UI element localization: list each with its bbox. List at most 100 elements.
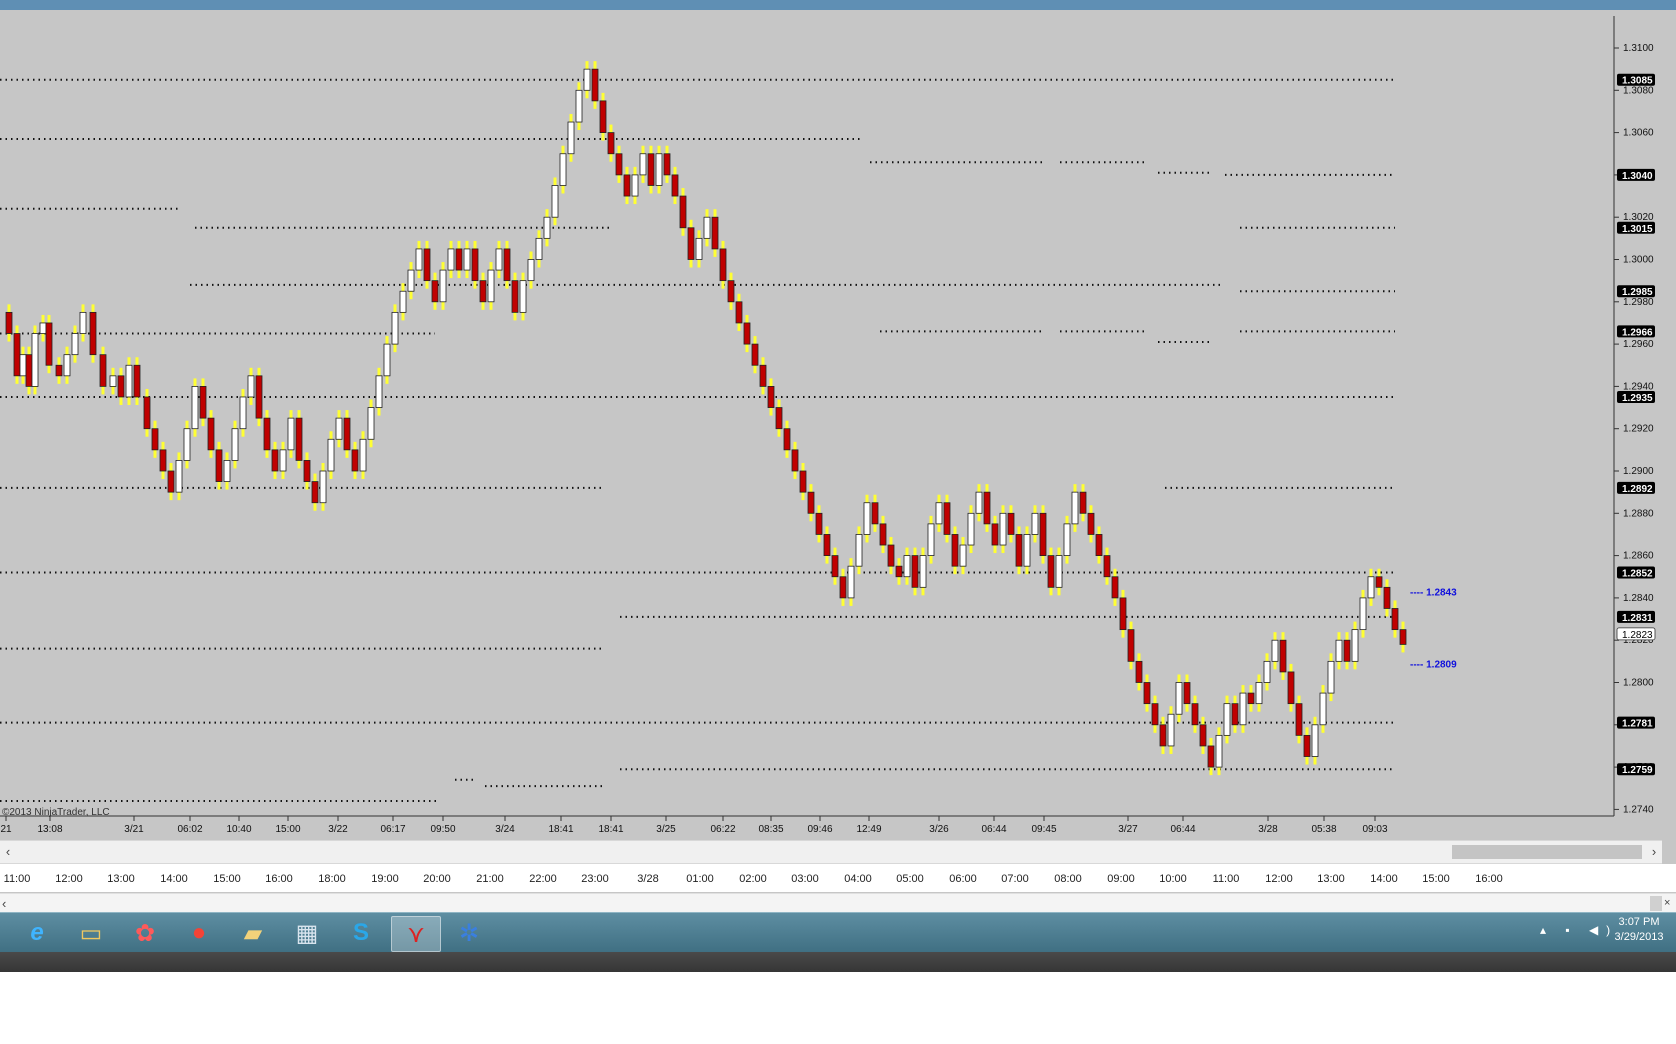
up-brick (19, 354, 27, 377)
down-brick (623, 174, 631, 197)
down-brick (13, 333, 21, 377)
up-brick (109, 375, 117, 387)
up-brick (367, 407, 375, 440)
time-strip-label: 09:00 (1107, 873, 1135, 885)
down-brick (887, 544, 895, 567)
price-level-badge-label: 1.2985 (1622, 287, 1653, 298)
price-level-badge-label: 1.2831 (1622, 613, 1653, 624)
up-brick (279, 449, 287, 472)
down-brick (431, 280, 439, 303)
down-brick (711, 216, 719, 250)
date-tick-label: 21 (0, 824, 12, 835)
date-tick-label: 08:35 (758, 824, 783, 835)
price-level-badge-label: 1.2852 (1622, 569, 1653, 580)
down-brick (591, 68, 599, 102)
up-brick (1367, 576, 1375, 599)
down-brick (807, 491, 815, 514)
time-strip-label: 16:00 (1475, 873, 1503, 885)
up-brick (639, 153, 647, 176)
folder-icon[interactable]: ▰ (229, 916, 277, 950)
down-brick (311, 481, 319, 504)
down-brick (663, 153, 671, 176)
skype-icon[interactable]: S (337, 916, 385, 950)
down-brick (671, 174, 679, 197)
scroll-right-arrow-icon[interactable]: › (1646, 841, 1662, 863)
down-brick (143, 396, 151, 430)
down-brick (271, 449, 279, 472)
up-brick (559, 153, 567, 186)
up-brick (1311, 724, 1319, 757)
down-brick (727, 280, 735, 303)
time-strip-scrollbar[interactable]: ‹ × (0, 893, 1676, 913)
desktop-bottom-bar (0, 952, 1676, 972)
internet-explorer-icon[interactable]: e (13, 916, 61, 950)
price-tick-label: 1.3000 (1623, 255, 1654, 266)
scroll-left-arrow-icon[interactable]: ‹ (0, 841, 16, 863)
scrollbar-thumb[interactable] (1452, 845, 1642, 859)
time-strip-label: 01:00 (686, 873, 714, 885)
price-tick-label: 1.2980 (1623, 297, 1654, 308)
down-brick (263, 417, 271, 451)
file-explorer-icon[interactable]: ▭ (67, 916, 115, 950)
down-brick (133, 364, 141, 398)
renko-price-chart[interactable]: 1.3100 1.3080 1.3060 1.3040 1.3020 1.3000 1.29… (0, 10, 1676, 836)
chart-horizontal-scrollbar[interactable]: ‹ › (0, 840, 1662, 864)
up-brick (1175, 682, 1183, 715)
price-axis: 1.3100 1.3080 1.3060 1.3040 1.3020 1.3000 1.29… (1613, 16, 1656, 816)
up-brick (575, 89, 583, 123)
date-tick-label: 3/28 (1258, 824, 1278, 835)
tray-clock[interactable]: 3:07 PM 3/29/2013 (1606, 915, 1672, 945)
down-brick (199, 385, 207, 419)
up-brick (487, 269, 495, 303)
price-tick-label: 1.2860 (1623, 551, 1654, 562)
down-brick (767, 385, 775, 408)
down-brick (687, 227, 695, 260)
down-brick (743, 322, 751, 345)
up-brick (999, 512, 1007, 546)
up-brick (79, 311, 87, 334)
gear-app-icon[interactable]: ✲ (445, 916, 493, 950)
date-tick-label: 10:40 (226, 824, 251, 835)
date-tick-label: 12:49 (856, 824, 881, 835)
down-brick (799, 470, 807, 493)
chrome-icon[interactable]: ● (175, 916, 223, 950)
down-brick (783, 428, 791, 451)
up-brick (1071, 491, 1079, 525)
strip-scroll-thumb[interactable] (1650, 896, 1662, 911)
window-title-bar[interactable] (0, 0, 1676, 10)
time-strip-label: 13:00 (107, 873, 135, 885)
up-brick (399, 290, 407, 313)
time-strip-label: 08:00 (1054, 873, 1082, 885)
down-brick (1111, 576, 1119, 599)
ninjatrader-icon[interactable]: ⋎ (391, 916, 441, 952)
time-strip-label: 11:00 (3, 873, 31, 885)
up-brick (1063, 523, 1071, 557)
up-brick (567, 121, 575, 155)
down-brick (215, 449, 223, 482)
up-brick (63, 354, 71, 377)
up-brick (1023, 534, 1031, 567)
up-brick (1031, 512, 1039, 535)
date-tick-label: 3/26 (929, 824, 949, 835)
down-brick (815, 512, 823, 535)
down-brick (1047, 555, 1055, 588)
down-brick (1191, 703, 1199, 726)
price-level-badge-label: 1.2935 (1622, 393, 1653, 404)
calculator-icon[interactable]: ▦ (283, 916, 331, 950)
time-strip-label: 07:00 (1001, 873, 1029, 885)
strip-right-arrow-icon[interactable]: × (1664, 894, 1670, 913)
up-brick (847, 565, 855, 599)
strip-left-arrow-icon[interactable]: ‹ (2, 894, 6, 913)
down-brick (1103, 555, 1111, 578)
up-brick (1167, 713, 1175, 747)
date-axis: 21 13:08 3/21 06:02 10:40 15:00 3/22 06:17 09:50… (0, 815, 1614, 835)
down-brick (951, 534, 959, 567)
photo-app-icon[interactable]: ✿ (121, 916, 169, 950)
date-tick-label: 06:02 (177, 824, 202, 835)
down-brick (303, 460, 311, 482)
date-tick-label: 06:17 (380, 824, 405, 835)
time-strip-label: 14:00 (1370, 873, 1398, 885)
up-brick (855, 534, 863, 567)
time-strip-label: 15:00 (213, 873, 241, 885)
date-tick-label: 18:41 (548, 824, 573, 835)
